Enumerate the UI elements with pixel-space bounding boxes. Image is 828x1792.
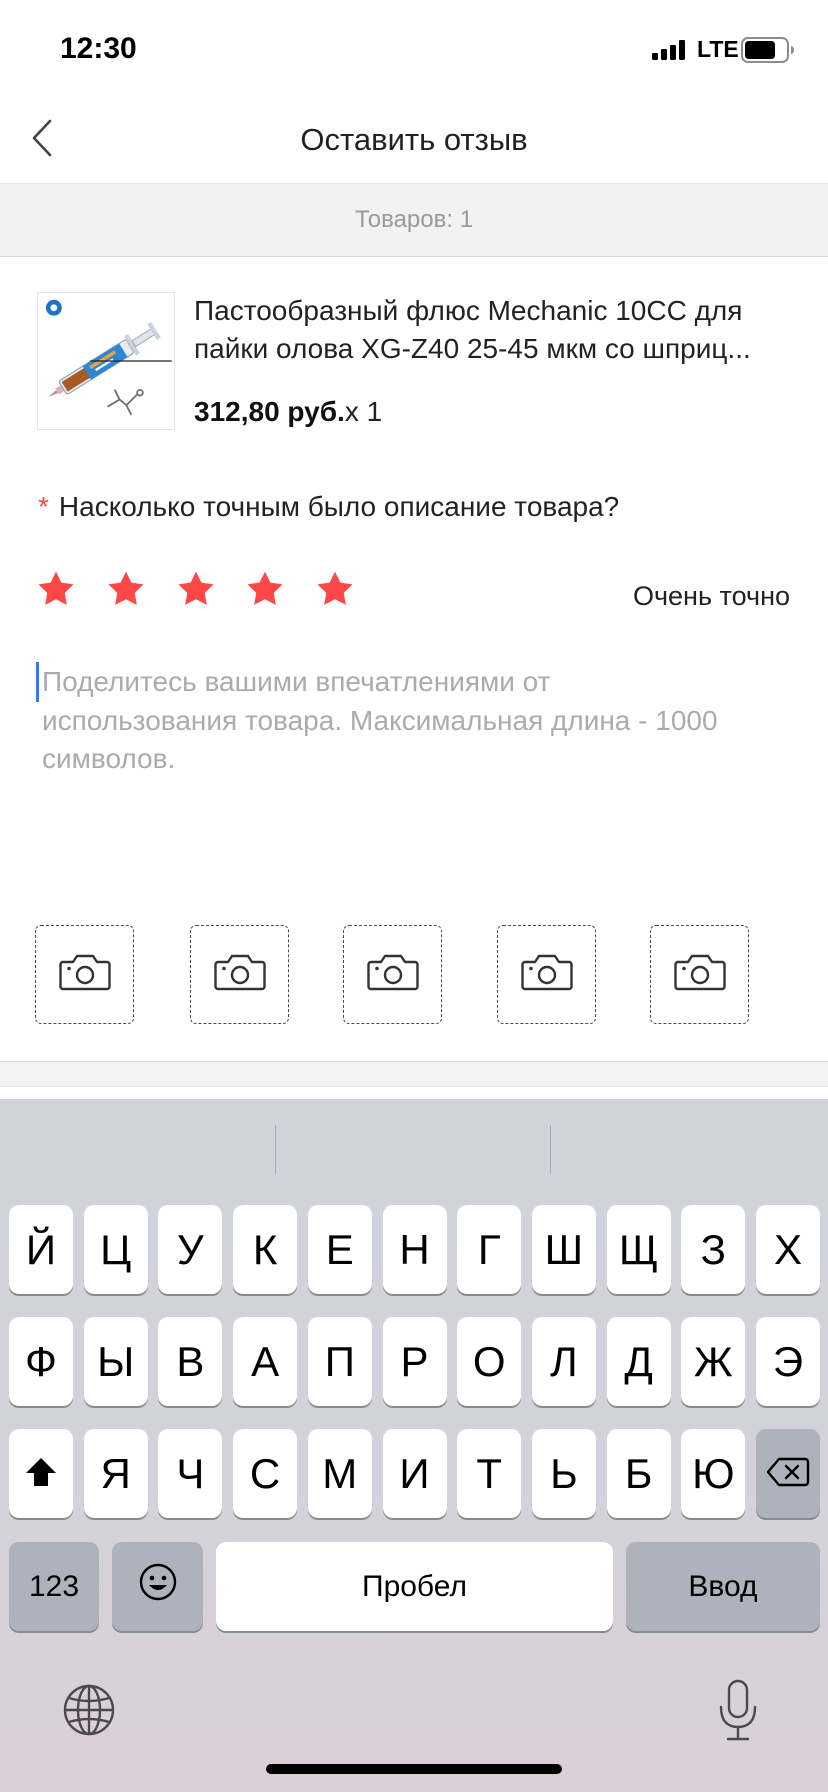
key-й[interactable]: Й xyxy=(9,1205,73,1294)
page-title: Оставить отзыв xyxy=(300,122,528,157)
rating-star[interactable] xyxy=(105,569,147,611)
product-quantity: x 1 xyxy=(344,396,383,427)
globe-icon xyxy=(62,1684,116,1741)
shift-key[interactable] xyxy=(9,1429,73,1518)
review-textarea[interactable] xyxy=(36,658,792,898)
home-indicator xyxy=(266,1764,562,1774)
add-photo-slot[interactable] xyxy=(35,925,134,1024)
camera-icon xyxy=(58,952,112,997)
key-ц[interactable]: Ц xyxy=(83,1205,148,1294)
key-э[interactable]: Э xyxy=(756,1317,820,1406)
key-а[interactable]: А xyxy=(233,1317,298,1406)
signal-bars-icon xyxy=(652,40,690,65)
key-ю[interactable]: Ю xyxy=(681,1429,746,1518)
key-ж[interactable]: Ж xyxy=(681,1317,746,1406)
key-о[interactable]: О xyxy=(457,1317,522,1406)
product-price-row: 312,80 руб.x 1 xyxy=(194,393,382,431)
key-и[interactable]: И xyxy=(382,1429,447,1518)
emoji-key[interactable] xyxy=(112,1542,203,1631)
key-б[interactable]: Б xyxy=(606,1429,671,1518)
key-с[interactable]: С xyxy=(233,1429,298,1518)
emoji-icon xyxy=(138,1562,178,1612)
key-т[interactable]: Т xyxy=(457,1429,522,1518)
suggestion-divider xyxy=(550,1125,551,1174)
network-type: LTE xyxy=(697,36,739,62)
rating-star[interactable] xyxy=(314,569,356,611)
items-count: Товаров: 1 xyxy=(0,183,828,257)
add-photo-slot[interactable] xyxy=(650,925,749,1024)
suggestion-divider xyxy=(275,1125,276,1174)
key-е[interactable]: Е xyxy=(307,1205,372,1294)
camera-icon xyxy=(366,952,420,997)
keyboard: 123 Пробел Ввод ЙЦУКЕНГШЩЗХ ФЫВАПРОЛДЖЭ ЯЧ… xyxy=(0,1099,828,1792)
key-в[interactable]: В xyxy=(158,1317,223,1406)
key-ф[interactable]: Ф xyxy=(9,1317,73,1406)
key-р[interactable]: Р xyxy=(382,1317,447,1406)
key-г[interactable]: Г xyxy=(457,1205,522,1294)
numbers-key[interactable]: 123 xyxy=(9,1542,99,1631)
globe-button[interactable] xyxy=(62,1683,116,1737)
product-image xyxy=(37,292,175,430)
key-ы[interactable]: Ы xyxy=(83,1317,148,1406)
key-л[interactable]: Л xyxy=(531,1317,596,1406)
key-д[interactable]: Д xyxy=(606,1317,671,1406)
rating-value-label: Очень точно xyxy=(632,581,790,611)
rating-question-text: Насколько точным было описание товара? xyxy=(58,491,620,522)
star-rating[interactable] xyxy=(0,569,400,611)
microphone-icon xyxy=(718,1679,758,1747)
return-key[interactable]: Ввод xyxy=(626,1542,820,1631)
key-з[interactable]: З xyxy=(681,1205,746,1294)
key-м[interactable]: М xyxy=(307,1429,372,1518)
key-ш[interactable]: Ш xyxy=(531,1205,596,1294)
add-photo-slot[interactable] xyxy=(497,925,596,1024)
rating-star[interactable] xyxy=(175,569,217,611)
product-price: 312,80 руб. xyxy=(194,396,345,427)
space-key[interactable]: Пробел xyxy=(216,1542,613,1631)
key-н[interactable]: Н xyxy=(382,1205,447,1294)
camera-icon xyxy=(520,952,574,997)
dictation-button[interactable] xyxy=(718,1679,758,1743)
key-ь[interactable]: Ь xyxy=(531,1429,596,1518)
rating-star[interactable] xyxy=(244,569,286,611)
key-ч[interactable]: Ч xyxy=(158,1429,223,1518)
section-divider xyxy=(0,1061,828,1087)
backspace-icon xyxy=(766,1450,810,1498)
add-photo-slot[interactable] xyxy=(190,925,289,1024)
rating-question: * Насколько точным было описание товара? xyxy=(38,488,619,526)
camera-icon xyxy=(673,952,727,997)
key-щ[interactable]: Щ xyxy=(606,1205,671,1294)
key-у[interactable]: У xyxy=(158,1205,223,1294)
product-title[interactable]: Пастообразный флюс Mechanic 10CC для пай… xyxy=(194,292,790,368)
text-cursor xyxy=(36,662,39,702)
rating-star[interactable] xyxy=(35,569,77,611)
battery-icon xyxy=(741,37,795,68)
key-я[interactable]: Я xyxy=(83,1429,148,1518)
key-к[interactable]: К xyxy=(233,1205,298,1294)
shift-icon xyxy=(24,1450,58,1498)
key-п[interactable]: П xyxy=(307,1317,372,1406)
key-х[interactable]: Х xyxy=(756,1205,820,1294)
status-time: 12:30 xyxy=(60,32,137,65)
add-photo-slot[interactable] xyxy=(343,925,442,1024)
delete-key[interactable] xyxy=(756,1429,820,1518)
camera-icon xyxy=(213,952,267,997)
required-mark: * xyxy=(38,491,49,522)
review-screen: 12:30 LTE Оставить отзыв Товаров: 1 Паст… xyxy=(0,0,828,1792)
